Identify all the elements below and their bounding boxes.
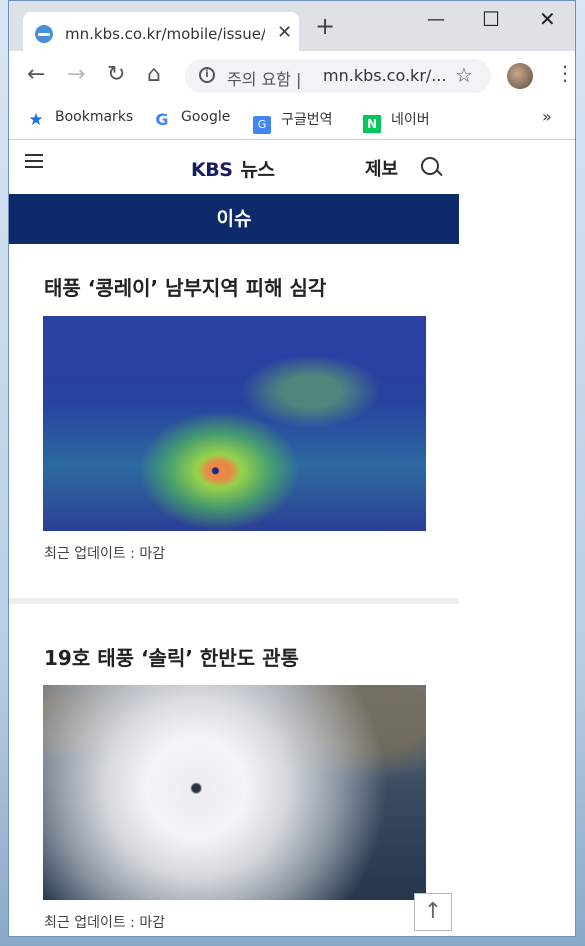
- browser-tab[interactable]: mn.kbs.co.kr/mobile/issue/m ✕: [23, 12, 299, 54]
- back-icon[interactable]: ←: [27, 63, 45, 87]
- typhoon-soulik-image[interactable]: [43, 685, 426, 900]
- report-link[interactable]: 제보: [365, 155, 398, 181]
- bookmark-item-bookmarks[interactable]: ★ Bookmarks: [27, 109, 133, 129]
- close-tab-icon[interactable]: ✕: [277, 22, 292, 43]
- bookmark-star-icon[interactable]: ☆: [455, 63, 473, 87]
- scroll-to-top-button[interactable]: ↑: [414, 893, 452, 931]
- star-icon: ★: [28, 110, 44, 130]
- bookmarks-overflow-icon[interactable]: »: [542, 107, 552, 126]
- home-icon[interactable]: ⌂: [147, 63, 161, 87]
- logo-kbs: KBS: [191, 159, 233, 181]
- info-icon[interactable]: i: [199, 67, 215, 83]
- profile-avatar[interactable]: [507, 63, 533, 89]
- logo-news: 뉴스: [240, 159, 275, 181]
- address-bar[interactable]: i 주의 요함 | mn.kbs.co.kr/... ☆: [185, 59, 491, 93]
- kbs-header: KBS 뉴스 제보: [9, 140, 459, 194]
- issue-section-header: 이슈: [9, 194, 459, 244]
- title-bar: mn.kbs.co.kr/mobile/issue/m ✕ + — ☐ ✕: [9, 1, 575, 54]
- security-warning: 주의 요함 |: [227, 70, 302, 89]
- empty-area: [459, 140, 575, 936]
- bookmarks-bar: ★ Bookmarks G Google G 구글번역 N 네이버 »: [9, 101, 575, 140]
- article-meta: 최근 업데이트 : 마감: [44, 546, 166, 562]
- article-meta: 최근 업데이트 : 마감: [44, 915, 166, 931]
- url-text[interactable]: mn.kbs.co.kr/...: [323, 66, 447, 85]
- bookmark-item-translate[interactable]: G 구글번역: [253, 109, 333, 134]
- forward-icon[interactable]: →: [67, 63, 85, 87]
- kbs-favicon-icon: [35, 25, 53, 43]
- browser-window: mn.kbs.co.kr/mobile/issue/m ✕ + — ☐ ✕ ← …: [8, 0, 576, 937]
- arrow-up-icon: ↑: [423, 899, 443, 924]
- hamburger-menu-icon[interactable]: [25, 154, 43, 168]
- bookmark-item-naver[interactable]: N 네이버: [363, 109, 430, 133]
- maximize-icon[interactable]: ☐: [482, 7, 500, 31]
- kbs-news-logo[interactable]: KBS 뉴스: [191, 155, 275, 182]
- search-icon[interactable]: [421, 157, 439, 175]
- naver-icon: N: [363, 115, 381, 133]
- article-title[interactable]: 19호 태풍 ‘솔릭’ 한반도 관통: [44, 642, 299, 671]
- translate-icon: G: [253, 116, 271, 134]
- typhoon-kongrey-image[interactable]: [43, 316, 426, 531]
- browser-toolbar: ← → ↻ ⌂ i 주의 요함 | mn.kbs.co.kr/... ☆ ⋮: [9, 51, 575, 101]
- minimize-icon[interactable]: —: [427, 9, 445, 30]
- menu-dots-icon[interactable]: ⋮: [555, 61, 575, 85]
- tab-title: mn.kbs.co.kr/mobile/issue/m: [65, 25, 265, 43]
- section-divider: [9, 598, 459, 604]
- new-tab-icon[interactable]: +: [315, 14, 335, 38]
- kbs-mobile-page: KBS 뉴스 제보 이슈 태풍 ‘콩레이’ 남부지역 피해 심각 최근 업데이트…: [9, 140, 459, 936]
- bookmark-item-google[interactable]: G Google: [153, 109, 230, 129]
- close-window-icon[interactable]: ✕: [539, 7, 556, 31]
- reload-icon[interactable]: ↻: [107, 63, 125, 87]
- google-icon: G: [155, 110, 169, 129]
- article-title[interactable]: 태풍 ‘콩레이’ 남부지역 피해 심각: [44, 272, 326, 301]
